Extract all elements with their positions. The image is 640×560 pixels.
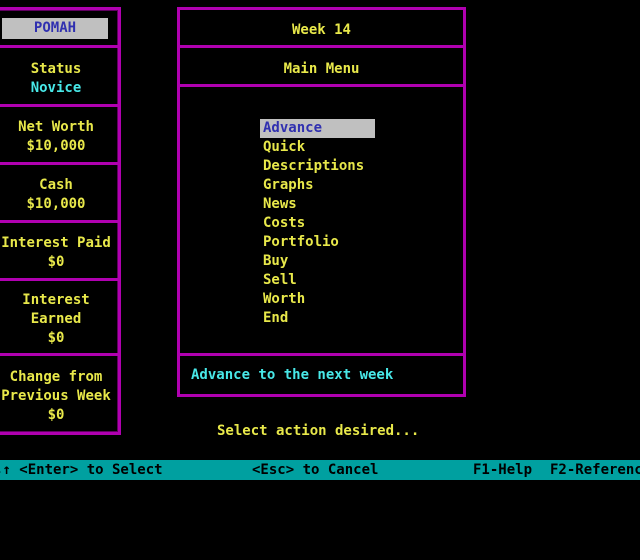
interest-paid-label: Interest Paid xyxy=(1,235,111,251)
reference-hint[interactable]: F2-Reference xyxy=(550,460,640,480)
menu-item-costs[interactable]: Costs xyxy=(260,214,375,233)
menu-item-quick[interactable]: Quick xyxy=(260,138,375,157)
main-menu-window: Week 14 Main Menu Advance Quick Descript… xyxy=(177,7,466,397)
select-hint: ↓↑ <Enter> to Select xyxy=(0,462,163,478)
menu-item-portfolio[interactable]: Portfolio xyxy=(260,233,375,252)
menu-item-graphs[interactable]: Graphs xyxy=(260,176,375,195)
divider xyxy=(0,353,118,356)
divider xyxy=(0,278,118,281)
divider xyxy=(0,220,118,223)
divider xyxy=(0,162,118,165)
menu-item-news[interactable]: News xyxy=(260,195,375,214)
action-prompt: Select action desired... xyxy=(217,423,420,439)
divider xyxy=(0,104,118,107)
help-line: Advance to the next week xyxy=(191,367,394,383)
week-title: Week 14 xyxy=(291,22,351,38)
change-label: Previous Week xyxy=(1,388,111,404)
help-hint[interactable]: F1-Help xyxy=(473,460,532,480)
interest-earned-label: Earned xyxy=(30,311,82,327)
cash-value: $10,000 xyxy=(26,196,86,212)
interest-earned-label: Interest xyxy=(22,292,90,308)
cash-label: Cash xyxy=(39,177,73,193)
interest-paid-value: $0 xyxy=(47,254,65,270)
divider xyxy=(180,45,463,48)
menu-item-buy[interactable]: Buy xyxy=(260,252,375,271)
change-value: $0 xyxy=(47,407,65,423)
menu-title: Main Menu xyxy=(283,61,360,77)
status-bar: ↓↑ <Enter> to Select <Esc> to Cancel F1-… xyxy=(0,460,640,480)
interest-earned-value: $0 xyxy=(47,330,65,346)
player-name: POMAH xyxy=(2,18,108,39)
menu-item-worth[interactable]: Worth xyxy=(260,290,375,309)
divider xyxy=(180,353,463,356)
net-worth-label: Net Worth xyxy=(18,119,94,135)
status-value: Novice xyxy=(30,80,82,96)
menu-item-sell[interactable]: Sell xyxy=(260,271,375,290)
cancel-hint[interactable]: <Esc> to Cancel xyxy=(252,460,378,480)
status-label: Status xyxy=(30,61,82,77)
menu-item-descriptions[interactable]: Descriptions xyxy=(260,157,375,176)
divider xyxy=(180,84,463,87)
change-label: Change from xyxy=(9,369,103,385)
menu-item-advance[interactable]: Advance xyxy=(260,119,375,138)
divider xyxy=(0,45,118,48)
net-worth-value: $10,000 xyxy=(26,138,86,154)
main-menu: Advance Quick Descriptions Graphs News C… xyxy=(260,119,375,328)
stats-panel: POMAH Status Novice Net Worth $10,000 Ca… xyxy=(0,7,121,435)
menu-item-end[interactable]: End xyxy=(260,309,375,328)
